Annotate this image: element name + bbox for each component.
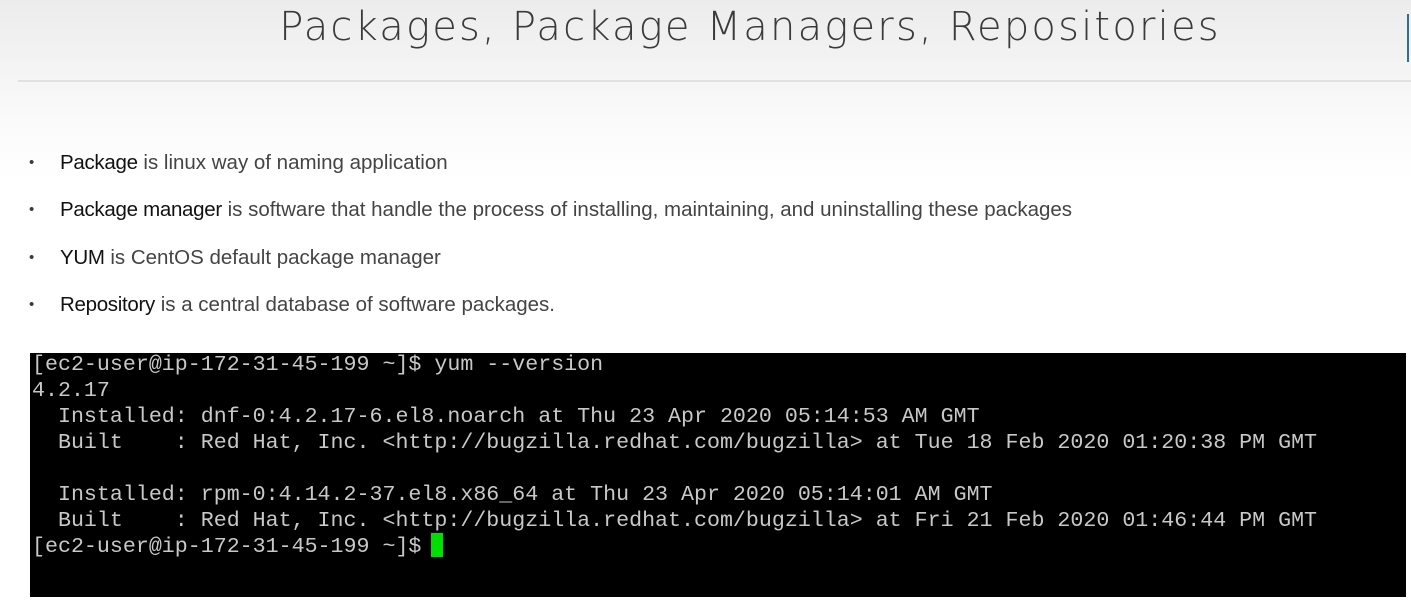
bullet-term: YUM [60,245,105,269]
bullet-text: YUM is CentOS default package manager [60,235,441,281]
slide-title: Packages, Package Managers, Repositories [279,4,1221,50]
bullet-icon: • [29,201,35,219]
terminal-output-line: Built : Red Hat, Inc. <http://bugzilla.r… [32,432,1318,455]
bullet-item-package: • Package is linux way of naming applica… [0,140,1411,187]
accent-bar [1407,14,1409,62]
terminal-output-line: Installed: dnf-0:4.2.17-6.el8.noarch at … [32,406,980,429]
bullet-description: is a central database of software packag… [155,292,555,316]
title-divider [18,80,1411,82]
bullet-term: Package [60,151,138,174]
terminal-output-line: Installed: rpm-0:4.14.2-37.el8.x86_64 at… [32,484,993,507]
bullet-icon: • [29,248,35,266]
bullet-item-repository: • Repository is a central database of so… [0,282,1411,329]
terminal-screenshot: [ec2-user@ip-172-31-45-199 ~]$ yum --ver… [30,353,1406,597]
bullet-item-yum: • YUM is CentOS default package manager [0,235,1411,282]
bullet-description: is software that handle the process of i… [221,198,1073,222]
bullet-description: is linux way of naming application [137,151,448,174]
bullet-text: Package is linux way of naming applicati… [60,140,448,186]
terminal-output-line: 4.2.17 [32,380,110,403]
bullet-item-package-manager: • Package manager is software that handl… [0,187,1411,234]
terminal-command-line: [ec2-user@ip-172-31-45-199 ~]$ yum --ver… [32,354,604,377]
bullet-icon: • [29,295,35,313]
bullet-icon: • [29,154,35,171]
bullet-term: Repository [60,292,155,316]
bullet-term: Package manager [60,198,222,222]
terminal-output-line: Built : Red Hat, Inc. <http://bugzilla.r… [32,510,1318,533]
terminal-prompt-line: [ec2-user@ip-172-31-45-199 ~]$ [32,536,435,559]
bullet-list: • Package is linux way of naming applica… [0,140,1411,329]
bullet-text: Repository is a central database of soft… [60,282,555,328]
terminal-cursor [431,533,443,557]
bullet-description: is CentOS default package manager [104,245,441,269]
bullet-text: Package manager is software that handle … [60,187,1072,233]
